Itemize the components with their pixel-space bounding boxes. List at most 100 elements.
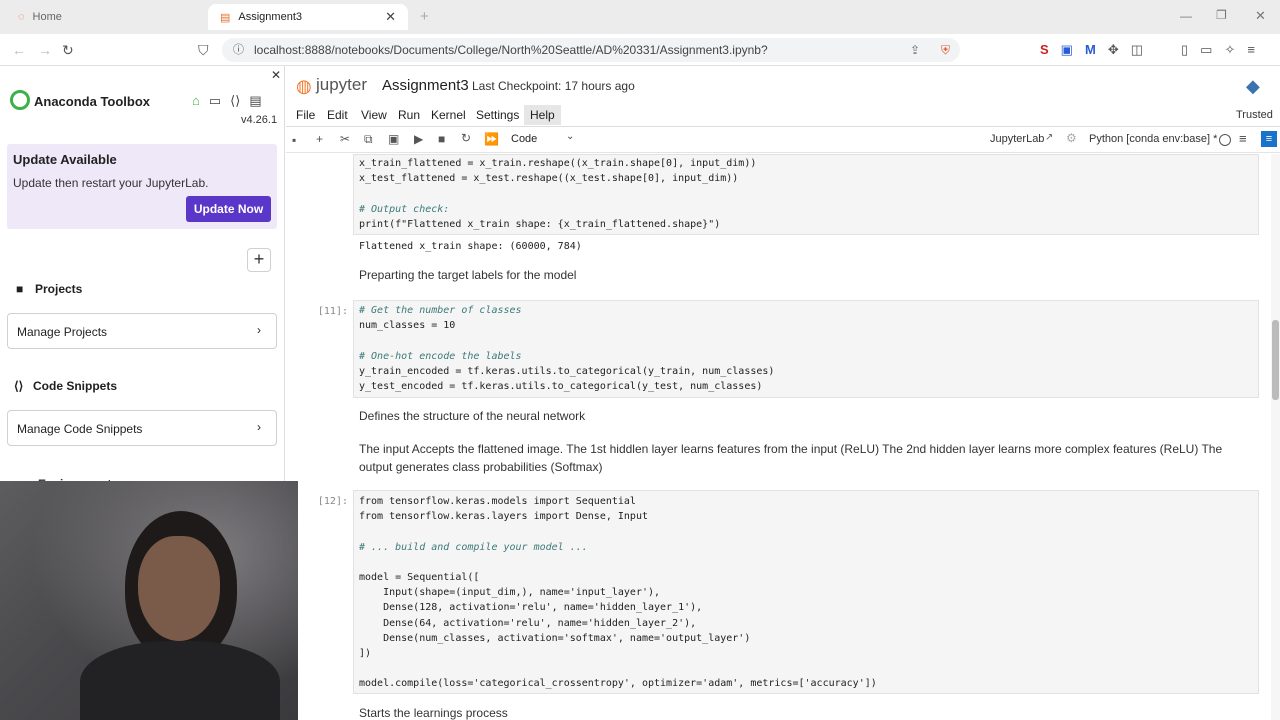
- menu-file[interactable]: File: [296, 108, 315, 122]
- close-tab-icon[interactable]: ✕: [385, 9, 396, 25]
- code-snippets-heading: Code Snippets: [33, 379, 118, 393]
- code-cell-input[interactable]: from tensorflow.keras.models import Sequ…: [353, 490, 1259, 694]
- code-cell-input[interactable]: x_train_flattened = x_train.reshape((x_t…: [353, 154, 1259, 235]
- notebook-toolbar: ▪ + ✂ ⧉ ▣ ▶ ■ ↻ ⏩ Code ⌄ JupyterLab ↗ ⚙ …: [286, 128, 1280, 153]
- wallet-icon[interactable]: ▭: [1200, 42, 1212, 58]
- code-line: from tensorflow.keras.models import Sequ…: [359, 496, 636, 507]
- brave-shield-icon[interactable]: ⛨: [941, 38, 950, 62]
- markdown-cell[interactable]: The input Accepts the flattened image. T…: [359, 440, 1239, 476]
- update-now-button[interactable]: Update Now: [186, 196, 271, 222]
- markdown-cell[interactable]: Defines the structure of the neural netw…: [359, 409, 585, 423]
- window-close-icon[interactable]: ✕: [1255, 8, 1266, 24]
- extension-s-icon[interactable]: S: [1040, 42, 1049, 58]
- trusted-indicator[interactable]: Trusted: [1236, 109, 1273, 121]
- folder-icon[interactable]: ▭: [209, 93, 221, 109]
- code-cell-input[interactable]: # Get the number of classes num_classes =…: [353, 300, 1259, 398]
- extension-m-icon[interactable]: M: [1085, 42, 1096, 58]
- share-icon[interactable]: ⇪: [910, 38, 920, 62]
- code-line: num_classes = 10: [359, 320, 456, 332]
- copy-icon[interactable]: ⧉: [364, 132, 373, 147]
- menu-edit[interactable]: Edit: [327, 108, 348, 122]
- minimize-icon[interactable]: —: [1180, 9, 1192, 23]
- chevron-right-icon: ›: [257, 323, 261, 337]
- code-line: Dense(64, activation='relu', name='hidde…: [359, 617, 697, 629]
- scrollbar-thumb[interactable]: [1272, 320, 1279, 400]
- bookmark-icon[interactable]: ⛉: [198, 42, 209, 59]
- restart-icon[interactable]: ↻: [461, 131, 471, 145]
- extension-grid-icon[interactable]: ▣: [1061, 42, 1073, 58]
- menu-kernel[interactable]: Kernel: [431, 108, 466, 122]
- restore-icon[interactable]: ❐: [1216, 8, 1227, 22]
- notebook-scrollbar[interactable]: [1271, 154, 1280, 720]
- jupyterlab-link[interactable]: JupyterLab: [990, 133, 1044, 145]
- run-icon[interactable]: ▶: [414, 132, 423, 146]
- save-icon[interactable]: ▪: [292, 133, 296, 147]
- code-line: x_test_flattened = x_test.reshape((x_tes…: [359, 173, 739, 185]
- cell-type-dropdown[interactable]: Code: [511, 133, 537, 145]
- insert-cell-icon[interactable]: +: [316, 132, 323, 146]
- browser-tab-bar: ◌ Home ▤ Assignment3 ✕ + — ❐ ✕: [0, 0, 1280, 34]
- home-icon[interactable]: ⌂: [192, 93, 200, 109]
- code-line: model.compile(loss='categorical_crossent…: [359, 678, 877, 690]
- chevron-right-icon: ›: [257, 420, 261, 434]
- menu-settings[interactable]: Settings: [476, 108, 519, 122]
- url-field[interactable]: ⓘ localhost:8888/notebooks/Documents/Col…: [222, 38, 960, 62]
- code-block: # Get the number of classes num_classes =…: [359, 303, 774, 394]
- menu-run[interactable]: Run: [398, 108, 420, 122]
- menu-lines-icon[interactable]: ≡: [1239, 131, 1247, 146]
- add-button[interactable]: +: [247, 248, 271, 272]
- browser-menu-icon[interactable]: ≡: [1247, 42, 1255, 58]
- site-info-icon[interactable]: ⓘ: [233, 38, 244, 62]
- jupyter-wordmark: jupyter: [316, 75, 368, 94]
- sidebar-close-icon[interactable]: ✕: [271, 68, 281, 82]
- new-tab-icon[interactable]: +: [420, 8, 429, 25]
- forward-icon[interactable]: →: [38, 42, 52, 58]
- manage-projects-button[interactable]: Manage Projects ›: [7, 313, 277, 349]
- python-logo-icon: ◆: [1246, 76, 1260, 96]
- chevron-down-icon[interactable]: ⌄: [566, 131, 574, 142]
- property-inspector-icon[interactable]: ≡: [1261, 131, 1277, 147]
- code-line: # Output check:: [359, 203, 450, 215]
- menu-help[interactable]: Help: [524, 105, 561, 125]
- code-line: # Get the number of classes: [359, 305, 522, 316]
- external-link-icon: ↗: [1045, 132, 1054, 143]
- update-banner: Update Available Update then restart you…: [7, 144, 277, 229]
- menu-bar: File Edit View Run Kernel Settings Help …: [286, 104, 1280, 127]
- projects-folder-icon: ■: [16, 282, 24, 296]
- fast-forward-icon[interactable]: ⏩: [484, 132, 499, 146]
- url-text: localhost:8888/notebooks/Documents/Colle…: [254, 43, 768, 57]
- paste-icon[interactable]: ▣: [388, 132, 399, 146]
- cut-icon[interactable]: ✂: [340, 132, 350, 146]
- webcam-overlay: [0, 481, 298, 720]
- stop-icon[interactable]: ■: [438, 132, 445, 146]
- code-icon[interactable]: ⟨⟩: [230, 93, 240, 109]
- settings-gear-icon[interactable]: ⚙: [1066, 131, 1077, 145]
- kernel-name[interactable]: Python [conda env:base] *: [1089, 133, 1217, 145]
- notebook-panel: x_train_flattened = x_train.reshape((x_t…: [286, 154, 1271, 720]
- terminal-icon[interactable]: ▤: [249, 93, 261, 109]
- tab-home[interactable]: ◌ Home: [6, 4, 206, 30]
- code-line: Input(shape=(input_dim,), name='input_la…: [359, 587, 661, 599]
- manage-snippets-button[interactable]: Manage Code Snippets ›: [7, 410, 277, 446]
- reload-icon[interactable]: ↻: [62, 42, 74, 59]
- tab-label: Assignment3: [238, 11, 302, 23]
- markdown-cell[interactable]: Preparting the target labels for the mod…: [359, 268, 576, 282]
- code-line: y_test_encoded = tf.keras.utils.to_categ…: [359, 381, 763, 393]
- back-icon[interactable]: ←: [12, 42, 26, 58]
- checkpoint-status: Last Checkpoint: 17 hours ago: [472, 79, 635, 93]
- notebook-title[interactable]: Assignment3: [382, 77, 469, 94]
- ai-sparkle-icon[interactable]: ✧: [1224, 42, 1235, 58]
- tab-assignment3[interactable]: ▤ Assignment3 ✕: [208, 4, 408, 30]
- extensions-puzzle-icon[interactable]: ✥: [1108, 42, 1119, 58]
- extension-camera-icon[interactable]: ◫: [1131, 42, 1143, 58]
- sidebar-toggle-icon[interactable]: ▯: [1181, 42, 1188, 58]
- code-line: ]): [359, 648, 372, 660]
- markdown-cell[interactable]: Starts the learnings process: [359, 706, 508, 720]
- anaconda-favicon-icon: ◌: [18, 11, 25, 23]
- projects-heading: Projects: [35, 282, 83, 296]
- menu-view[interactable]: View: [361, 108, 387, 122]
